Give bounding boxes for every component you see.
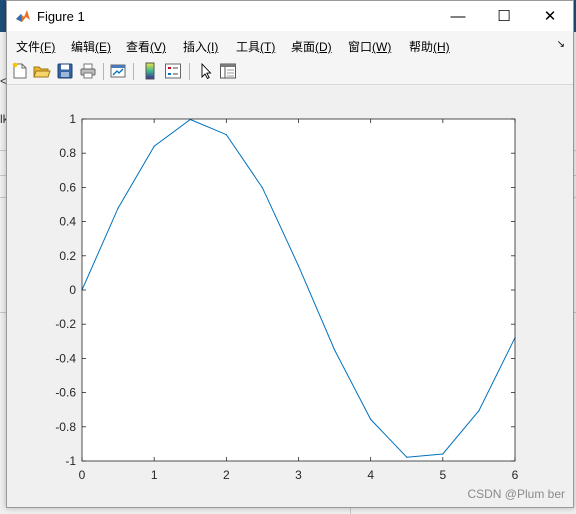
y-tick-label: -0.4 [55, 351, 76, 365]
x-tick-label: 4 [367, 468, 374, 482]
watermark-text: CSDN @Plum ber [467, 487, 565, 501]
x-tick-label: 5 [439, 468, 446, 482]
y-tick-label: -1 [65, 454, 76, 468]
data-point [261, 187, 264, 189]
data-point [153, 145, 155, 147]
data-point [370, 418, 372, 421]
data-point [478, 410, 480, 412]
x-tick-label: 0 [79, 468, 86, 482]
x-tick-label: 2 [223, 468, 230, 482]
axes-background [82, 119, 515, 461]
data-point [117, 207, 119, 209]
data-point [225, 133, 227, 136]
y-tick-label: 0.4 [59, 215, 76, 229]
x-tick-label: 6 [512, 468, 519, 482]
data-point [333, 349, 336, 351]
y-tick-label: 0 [69, 283, 76, 297]
plot-area: 0 1 2 3 4 5 6 1 0.8 0.6 0.4 0.2 0 -0.2 -0.4 -0.6 -0.8 -1 [55, 112, 519, 482]
data-point [297, 265, 300, 267]
x-tick-label: 1 [151, 468, 158, 482]
figure-window: Figure 1 — ☐ ✕ 文件(F) 编辑(E) 查看(V) 插入(I) 工… [6, 0, 574, 508]
figure-canvas: 0 1 2 3 4 5 6 1 0.8 0.6 0.4 0.2 0 -0.2 -0.4 -0.6 -0.8 -1 … [7, 86, 573, 507]
y-tick-label: 1 [69, 112, 76, 126]
y-tick-label: 0.8 [59, 146, 76, 160]
y-tick-label: -0.2 [55, 317, 76, 331]
x-tick-label: 3 [295, 468, 302, 482]
y-tick-label: 0.2 [59, 249, 76, 263]
y-tick-label: -0.8 [55, 420, 76, 434]
y-tick-label: 0.6 [59, 180, 76, 194]
data-point [442, 453, 444, 455]
data-point [406, 456, 408, 458]
y-tick-label: -0.6 [55, 386, 76, 400]
